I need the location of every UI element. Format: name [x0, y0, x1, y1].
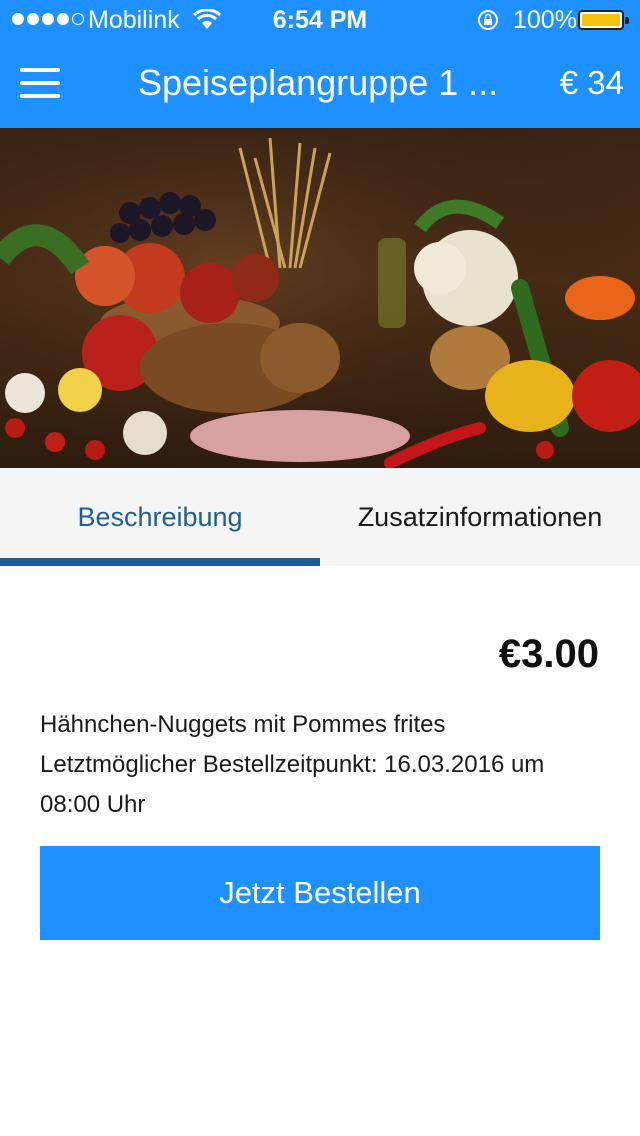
top-bar: Mobilink 6:54 PM 100% Speiseplangruppe 1… [0, 0, 640, 128]
battery-percentage: 100% [513, 6, 577, 34]
status-bar: Mobilink 6:54 PM 100% [0, 0, 640, 40]
food-still-life-illustration [0, 128, 640, 468]
tab-beschreibung[interactable]: Beschreibung [0, 468, 320, 566]
tab-bar: Beschreibung Zusatzinformationen [0, 468, 640, 566]
tab-zusatzinformationen[interactable]: Zusatzinformationen [320, 468, 640, 566]
order-now-button[interactable]: Jetzt Bestellen [40, 846, 600, 940]
battery-icon [578, 10, 629, 30]
description-line-2: Letztmöglicher Bestellzeitpunkt: 16.03.2… [40, 751, 545, 818]
nav-bar: Speiseplangruppe 1 ... € 34 [0, 40, 640, 128]
description-line-1: Hähnchen-Nuggets mit Pommes frites [40, 711, 446, 738]
product-price: €3.00 [498, 632, 599, 676]
hamburger-menu-icon[interactable] [20, 68, 60, 98]
page-title: Speiseplangruppe 1 ... [138, 62, 499, 103]
product-description: Hähnchen-Nuggets mit Pommes frites Letzt… [40, 705, 600, 825]
rotation-lock-icon [478, 10, 498, 30]
balance-label: € 34 [559, 64, 624, 101]
hero-food-image [0, 128, 640, 468]
active-tab-indicator [0, 558, 320, 566]
